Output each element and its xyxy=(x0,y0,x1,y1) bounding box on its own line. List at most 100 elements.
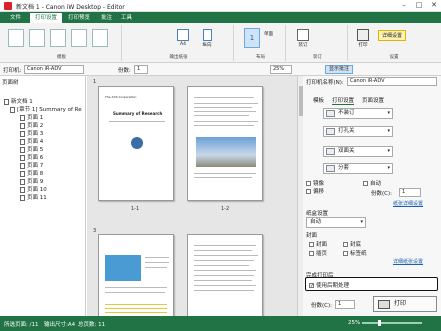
page-thumbnail-1-1[interactable]: The XXX Corporation Summary of Research xyxy=(98,86,174,201)
copies2-input[interactable]: 1 xyxy=(335,300,355,309)
maximize-button[interactable]: □ xyxy=(412,1,426,11)
mirror-checkbox[interactable]: 镜像 xyxy=(306,179,324,187)
printer-icon xyxy=(357,29,369,41)
duplex-select[interactable]: 双面关 ▾ xyxy=(323,146,393,157)
paper-detail-link[interactable]: 纸张详细设置 xyxy=(393,200,423,207)
minimize-button[interactable]: – xyxy=(397,1,411,11)
tab-file[interactable]: 文件 xyxy=(5,13,26,23)
print-settings-pane: 打印机名称(N): Canon iR-ADV 模板 打印设置 页面设置 不装订 ▾… xyxy=(303,76,441,316)
map-image xyxy=(105,255,141,281)
page-thumbnail-2-2[interactable] xyxy=(187,234,263,316)
tab-print-setting[interactable]: 打印设置 xyxy=(332,96,355,105)
ribbon-group-label: 布局 xyxy=(256,55,265,60)
tree-page[interactable]: 页面 8 xyxy=(20,170,43,178)
document-preview-area[interactable]: 1 The XXX Corporation Summary of Researc… xyxy=(87,76,297,316)
template-thumb[interactable] xyxy=(8,29,24,47)
copies-input-right[interactable]: 1 xyxy=(399,188,421,197)
tab-print-preview[interactable]: 打印预览 xyxy=(63,13,95,23)
copies-input[interactable]: 1 xyxy=(134,65,148,74)
tree-page[interactable]: 页面 2 xyxy=(20,122,43,130)
front-cover-checkbox[interactable]: 封面 xyxy=(309,240,327,248)
page-icon xyxy=(20,146,25,153)
tab-template[interactable]: 模板 xyxy=(313,96,324,105)
orientation-button[interactable]: 纵向 xyxy=(196,29,218,51)
tree-page[interactable]: 页面 1 xyxy=(20,114,43,122)
photo-image xyxy=(196,137,256,167)
tree-root[interactable]: 新文档 1 xyxy=(4,98,33,106)
post-process-checkbox[interactable]: ✓ 使用后期处理 xyxy=(305,277,438,291)
insert-checkbox[interactable]: 插页 xyxy=(309,249,327,257)
tab-tools[interactable]: 工具 xyxy=(116,13,137,23)
zoom-select[interactable]: 25% xyxy=(270,65,292,74)
page-icon xyxy=(20,130,25,137)
stapling-select[interactable]: 不装订 ▾ xyxy=(323,108,393,119)
tab-print-settings[interactable]: 打印设置 xyxy=(30,13,63,23)
auto-checkbox[interactable]: 自动 xyxy=(363,179,381,187)
show-annotation-button[interactable]: 显示批注 xyxy=(325,65,354,74)
page-thumbnail-2-1[interactable] xyxy=(98,234,174,316)
template-thumb[interactable] xyxy=(50,29,66,47)
paper-size-button[interactable]: A4 xyxy=(172,29,194,51)
tree-page[interactable]: 页面 7 xyxy=(20,162,43,170)
back-cover-checkbox[interactable]: 封底 xyxy=(343,240,361,248)
page-icon xyxy=(20,114,25,121)
ribbon-group-label: 模板 xyxy=(57,55,66,60)
window-title: 新文档 1 - Canon iW Desktop - Editor xyxy=(16,4,125,11)
page-org-text: The XXX Corporation xyxy=(105,95,137,99)
ribbon: 模板 A4 纵向 输出纸张 1 单面 布局 装订 装订 打印 详细设置 设置 xyxy=(0,23,441,63)
status-bar: 所选页面: /11 输出尺寸:A4 总页数: 11 25% xyxy=(0,316,441,331)
copies-label-right: 份数(C): xyxy=(371,191,392,197)
ribbon-group-label: 装订 xyxy=(313,55,322,60)
tab-annotation[interactable]: 批注 xyxy=(96,13,117,23)
n-up-button[interactable]: 1 xyxy=(244,28,260,48)
chapter-icon xyxy=(10,106,15,113)
tab-sheet-checkbox[interactable]: 标签纸 xyxy=(343,249,367,257)
tree-page[interactable]: 页面 11 xyxy=(20,194,47,202)
printer-select[interactable]: Canon iR-ADV xyxy=(24,65,84,74)
template-gallery xyxy=(8,29,116,47)
ribbon-group-template: 模板 xyxy=(2,25,122,61)
sort-icon xyxy=(326,165,335,172)
tree-page[interactable]: 页面 4 xyxy=(20,138,43,146)
logo-icon xyxy=(131,137,143,149)
page-label: 1-1 xyxy=(131,206,140,212)
template-thumb[interactable] xyxy=(29,29,45,47)
tree-page[interactable]: 页面 3 xyxy=(20,130,43,138)
page-thumbnail-1-2[interactable] xyxy=(187,86,263,201)
zoom-slider-thumb[interactable] xyxy=(378,320,381,326)
punch-select[interactable]: 打孔关 ▾ xyxy=(323,126,393,137)
sort-select[interactable]: 分套 ▾ xyxy=(323,163,393,174)
tree-page[interactable]: 页面 10 xyxy=(20,186,47,194)
print-button[interactable]: 打印 xyxy=(352,29,374,51)
print-execute-button[interactable]: 打印 xyxy=(373,296,437,312)
tree-chapter[interactable]: [章节 1] Summary of Re xyxy=(10,106,82,114)
paper-detail-link-2[interactable]: 详细纸张设置 xyxy=(393,258,423,265)
tree-page[interactable]: 页面 6 xyxy=(20,154,43,162)
zoom-slider[interactable] xyxy=(362,320,422,326)
detail-settings-button[interactable]: 详细设置 xyxy=(378,30,407,41)
ribbon-group-label: 设置 xyxy=(389,55,399,60)
portrait-icon xyxy=(202,29,212,41)
close-button[interactable]: ✕ xyxy=(427,1,441,11)
ribbon-group-label: 输出纸张 xyxy=(169,55,188,60)
tab-page-setting[interactable]: 页面设置 xyxy=(362,96,384,105)
ribbon-group-binding: 装订 装订 xyxy=(288,25,348,61)
page-icon xyxy=(20,162,25,169)
ribbon-tab-bar: 文件 打印设置 打印预览 批注 工具 xyxy=(0,12,441,23)
tree-page[interactable]: 页面 5 xyxy=(20,146,43,154)
output-size-status: 输出尺寸:A4 xyxy=(44,322,76,328)
template-thumb[interactable] xyxy=(92,29,108,47)
staple-button[interactable]: 装订 xyxy=(292,29,314,51)
selected-pages-status: 所选页面: /11 xyxy=(4,322,39,328)
template-thumb[interactable] xyxy=(71,29,87,47)
duplex-button[interactable]: 单面 xyxy=(264,31,273,37)
output-tray-select[interactable]: 自动 ▾ xyxy=(306,217,366,228)
tree-page[interactable]: 页面 9 xyxy=(20,178,43,186)
shift-checkbox[interactable]: 偏移 xyxy=(306,187,324,195)
page-icon xyxy=(20,194,25,201)
page-icon xyxy=(20,122,25,129)
paper-icon xyxy=(177,29,189,41)
printer-name-select[interactable]: Canon iR-ADV xyxy=(347,77,437,86)
staple-icon xyxy=(297,29,309,41)
punch-icon xyxy=(326,128,335,135)
